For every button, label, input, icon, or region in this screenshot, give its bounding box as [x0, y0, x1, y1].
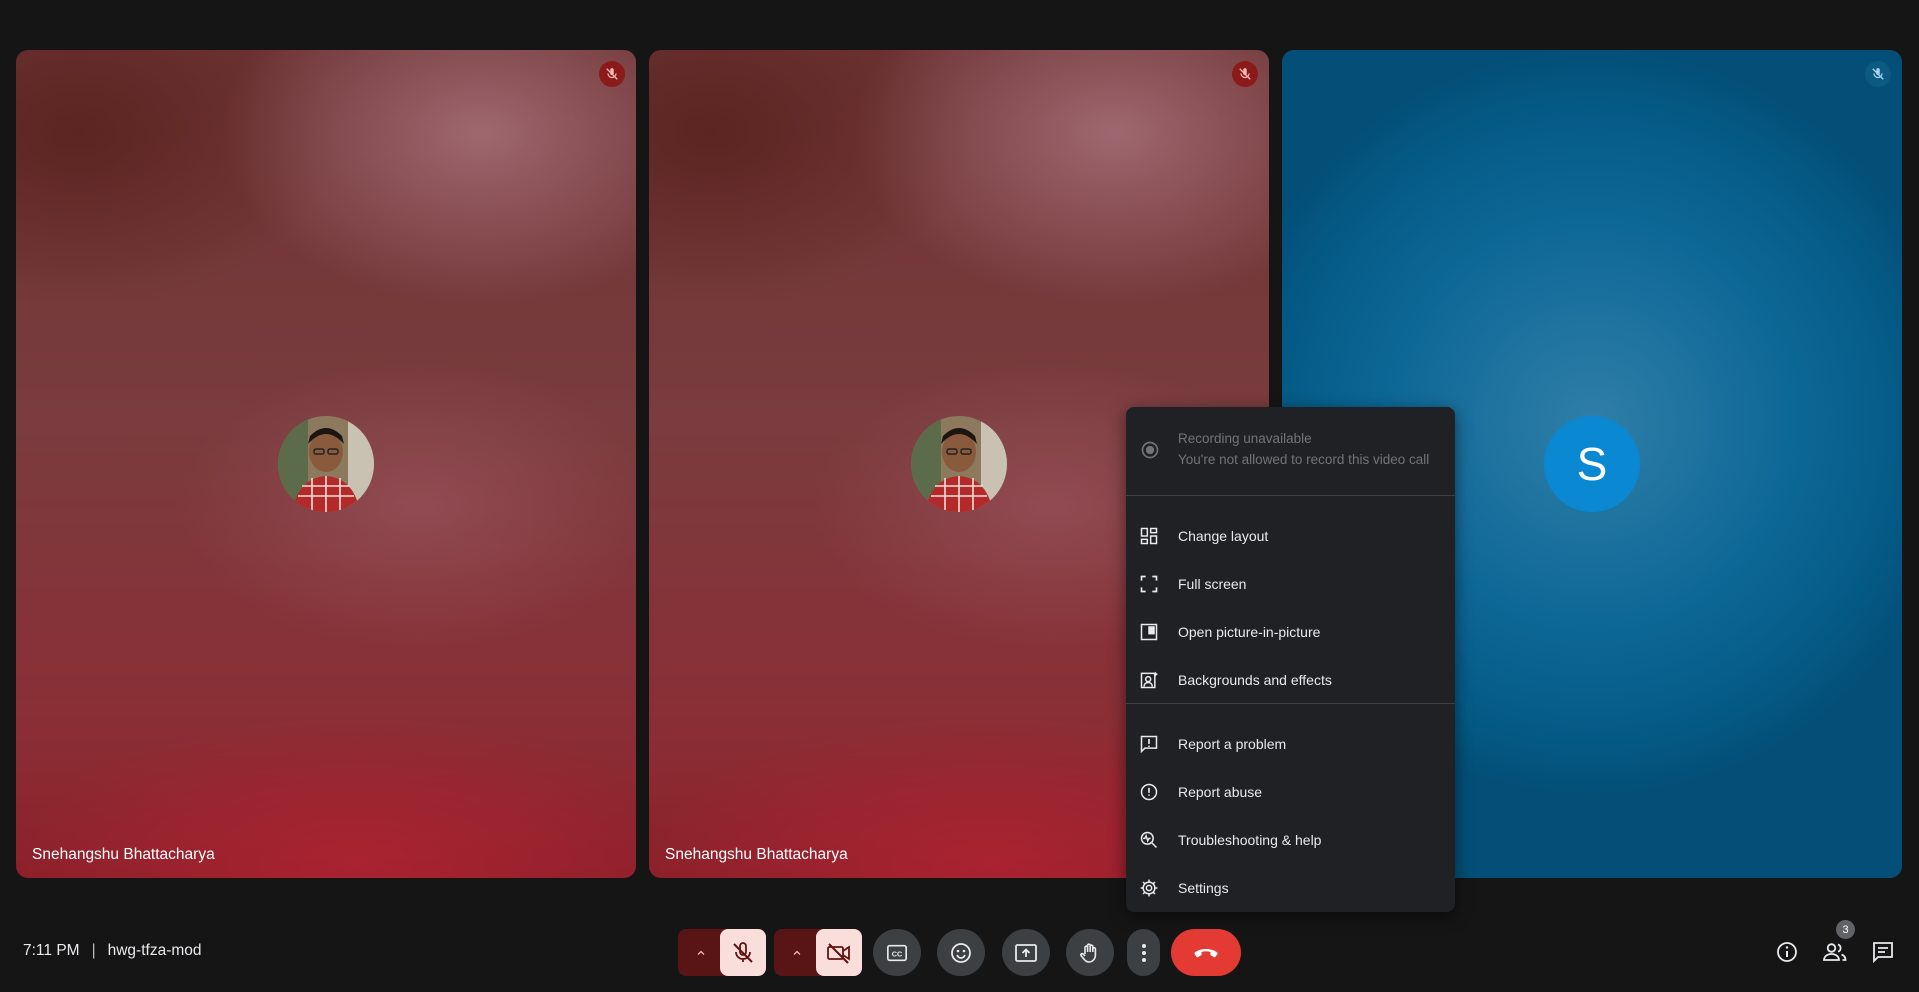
chat-icon: [1873, 942, 1893, 964]
camera-toggle-button[interactable]: [816, 929, 862, 976]
menu-item-label: Report abuse: [1178, 784, 1263, 800]
menu-item-report-problem[interactable]: Report a problem: [1126, 720, 1455, 768]
menu-item-label: Report a problem: [1178, 736, 1287, 752]
hand-icon: [1080, 942, 1097, 963]
menu-item-report-abuse[interactable]: Report abuse: [1126, 768, 1455, 816]
menu-item-label: Backgrounds and effects: [1178, 672, 1332, 688]
camera-off-icon: [827, 942, 850, 964]
menu-item-full-screen[interactable]: Full screen: [1126, 560, 1455, 608]
menu-item-label: Troubleshooting & help: [1178, 832, 1322, 848]
microphone-toggle-button[interactable]: [720, 929, 766, 976]
layout-icon: [1140, 527, 1158, 545]
menu-divider: [1126, 703, 1455, 704]
fullscreen-icon: [1140, 575, 1158, 593]
mic-off-icon: [1865, 61, 1891, 87]
menu-item-settings[interactable]: Settings: [1126, 864, 1455, 912]
troubleshooting-icon: [1140, 831, 1158, 849]
meeting-time: 7:11 PM: [23, 942, 80, 959]
chevron-up-icon: [793, 950, 801, 955]
raise-hand-button[interactable]: [1066, 929, 1114, 976]
present-screen-button[interactable]: [1002, 929, 1050, 976]
people-count-badge: 3: [1836, 920, 1855, 939]
video-options-button[interactable]: [777, 929, 817, 976]
mic-off-icon: [733, 941, 753, 963]
menu-item-label: Full screen: [1178, 576, 1247, 592]
people-button[interactable]: [1820, 937, 1850, 967]
people-icon: [1823, 943, 1847, 961]
picture-in-picture-icon: [1140, 623, 1158, 641]
meeting-details-button[interactable]: [1772, 937, 1802, 967]
chat-button[interactable]: [1868, 937, 1898, 967]
meeting-info-separator: |: [91, 942, 96, 959]
menu-item-label: Settings: [1178, 880, 1229, 896]
backgrounds-icon: [1140, 671, 1159, 689]
participant-avatar: [278, 416, 374, 512]
report-abuse-icon: [1140, 783, 1158, 801]
meeting-code: hwg-tfza-mod: [107, 942, 202, 959]
audio-options-button[interactable]: [681, 929, 721, 976]
mic-off-icon: [1232, 61, 1258, 87]
svg-text:CC: CC: [892, 949, 903, 958]
report-problem-icon: [1140, 735, 1158, 754]
participant-avatar-letter: S: [1544, 416, 1640, 512]
end-call-icon: [1194, 948, 1218, 957]
present-icon: [1015, 943, 1037, 962]
meeting-info: 7:11 PM | hwg-tfza-mod: [23, 942, 202, 960]
mic-off-icon: [599, 61, 625, 87]
participant-name: Snehangshu Bhattacharya: [665, 846, 848, 863]
menu-item-backgrounds-effects[interactable]: Backgrounds and effects: [1126, 656, 1455, 704]
participant-avatar: [911, 416, 1007, 512]
menu-item-change-layout[interactable]: Change layout: [1126, 512, 1455, 560]
settings-icon: [1140, 879, 1158, 897]
participant-tile-1[interactable]: Snehangshu Bhattacharya: [16, 50, 636, 878]
reactions-button[interactable]: [937, 929, 985, 976]
record-icon: [1141, 441, 1159, 459]
captions-button[interactable]: CC: [873, 929, 921, 976]
menu-item-picture-in-picture[interactable]: Open picture-in-picture: [1126, 608, 1455, 656]
captions-icon: CC: [887, 944, 907, 961]
more-options-button[interactable]: [1127, 929, 1160, 976]
recording-title: Recording unavailable: [1178, 431, 1312, 446]
recording-subtitle: You're not allowed to record this video …: [1178, 452, 1430, 467]
more-options-menu: Recording unavailable You're not allowed…: [1126, 407, 1455, 912]
chevron-up-icon: [697, 950, 705, 955]
recording-unavailable-item: Recording unavailable You're not allowed…: [1126, 407, 1455, 496]
info-icon: [1777, 942, 1797, 962]
participant-name: Snehangshu Bhattacharya: [32, 846, 215, 863]
menu-item-label: Change layout: [1178, 528, 1269, 544]
emoji-icon: [951, 942, 971, 963]
more-vert-icon: [1141, 943, 1146, 962]
menu-item-label: Open picture-in-picture: [1178, 624, 1321, 640]
menu-item-troubleshooting[interactable]: Troubleshooting & help: [1126, 816, 1455, 864]
leave-call-button[interactable]: [1171, 929, 1241, 976]
